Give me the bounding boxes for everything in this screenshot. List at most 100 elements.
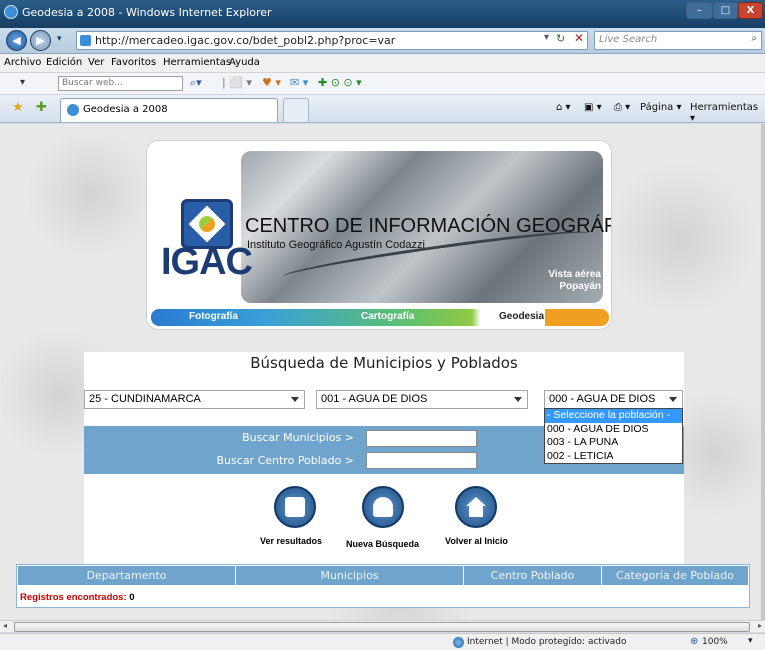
home-icon[interactable]: ⌂ ▾ [556,102,571,113]
photo-caption: Vista aérea Popayán [548,269,601,292]
search-icon[interactable]: ⌕ [751,33,757,44]
tab-fotografia[interactable]: Fotografía [189,311,238,322]
toolbar-mail-icon[interactable]: ✉ ▾ [290,76,308,89]
chevron-down-icon [669,397,677,402]
scroll-right-icon[interactable]: ▸ [758,621,762,630]
tab-geodesia-section[interactable]: Geodesia [499,311,544,322]
toolbar-icons[interactable]: | ⬜ ▾ [222,76,252,89]
toolbar-dropdown-icon[interactable]: ▾ [20,77,25,88]
url-dropdown-icon[interactable]: ▾ [544,32,549,43]
toolbar-addon-icons[interactable]: ✚ ⊙ ⊙ ▾ [318,76,362,89]
search-title: Búsqueda de Municipios y Poblados [250,354,518,372]
zoom-dropdown-icon[interactable]: ▾ [748,636,753,646]
feeds-icon[interactable]: ▣ ▾ [584,102,602,113]
scroll-thumb[interactable] [14,622,750,632]
stop-icon[interactable]: ✕ [574,31,584,45]
buscar-centro-input[interactable] [366,452,477,469]
ver-resultados-button[interactable] [274,486,316,528]
banner-heading: CENTRO DE INFORMACIÓN GEOGRÁFICA [245,215,612,237]
globe-icon [453,637,464,648]
tab-label: Geodesia a 2008 [83,104,168,115]
dropdown-option[interactable]: - Seleccione la población - [545,409,682,423]
dropdown-option[interactable]: 003 - LA PUNA [545,436,682,450]
tab-row: ★ ✚ Geodesia a 2008 ⌂ ▾ ▣ ▾ ⎙ ▾ Página ▾… [0,95,765,124]
toolbar-search-icon[interactable]: ⌕▾ [190,76,202,90]
page-icon [80,35,91,46]
document-icon [285,497,305,517]
table-header: Departamento Municipios Centro Poblado C… [18,566,748,585]
dropdown-option[interactable]: 002 - LETICIA [545,450,682,464]
menu-bar: Archivo Edición Ver Favoritos Herramient… [0,54,765,73]
book-icon [373,497,393,517]
refresh-icon[interactable]: ↻ [556,32,565,45]
menu-herramientas[interactable]: Herramientas [163,57,231,68]
col-categoria: Categoría de Poblado [616,569,734,582]
registros-count: 0 [129,592,135,603]
igac-banner: IGAC CENTRO DE INFORMACIÓN GEOGRÁFICA In… [146,140,612,330]
window-title: Geodesia a 2008 - Windows Internet Explo… [22,6,272,19]
address-bar: ◀ ▶ ▾ http://mercadeo.igac.gov.co/bdet_p… [0,28,765,54]
security-zone: Internet | Modo protegido: activado [467,637,627,647]
municipio-select[interactable]: 001 - AGUA DE DIOS [316,390,528,409]
live-search-input[interactable]: Live Search ⌕ [594,31,762,50]
volver-inicio-label[interactable]: Volver al Inicio [445,536,508,546]
toolbar-search-input[interactable]: Buscar web... [58,76,183,91]
ver-resultados-label[interactable]: Ver resultados [260,536,322,546]
results-table: Departamento Municipios Centro Poblado C… [16,564,750,608]
buscar-municipios-input[interactable] [366,430,477,447]
horizontal-scrollbar[interactable]: ◂ ▸ [0,620,765,632]
tab-cartografia[interactable]: Cartografía [361,311,414,322]
buscar-municipios-label[interactable]: Buscar Municipios > [242,431,354,444]
ie-logo-icon [4,5,18,19]
add-favorites-icon[interactable]: ✚ [36,100,47,115]
window-title-bar: Geodesia a 2008 - Windows Internet Explo… [0,0,765,28]
nueva-busqueda-label[interactable]: Nueva Búsqueda [346,539,419,549]
recent-pages-dropdown-icon[interactable]: ▾ [57,34,62,44]
scroll-left-icon[interactable]: ◂ [3,621,7,630]
col-departamento: Departamento [18,566,236,585]
buscar-centro-label[interactable]: Buscar Centro Poblado > [217,454,354,467]
poblado-dropdown-list: - Seleccione la población - 000 - AGUA D… [544,408,683,464]
igac-logo-text: IGAC [161,241,253,283]
zoom-icon[interactable]: ⊕ [690,636,698,647]
new-tab-button[interactable] [283,98,309,122]
status-bar: Internet | Modo protegido: activado ⊕ 10… [0,633,765,650]
registros-encontrados: Registros encontrados: 0 [20,592,135,603]
zoom-level[interactable]: 100% [702,637,728,647]
dropdown-option[interactable]: 000 - AGUA DE DIOS [545,423,682,437]
page-content: IGAC CENTRO DE INFORMACIÓN GEOGRÁFICA In… [0,124,765,622]
vertical-scrollbar[interactable] [761,124,765,622]
forward-button[interactable]: ▶ [30,30,51,51]
home-icon [466,497,486,517]
menu-favoritos[interactable]: Favoritos [111,57,156,68]
minimize-button[interactable]: – [686,2,713,19]
toolbar-favorite-icon[interactable]: ♥ ▾ [262,76,281,89]
print-icon[interactable]: ⎙ ▾ [614,102,630,113]
departamento-select[interactable]: 25 - CUNDINAMARCA [84,390,305,409]
url-text: http://mercadeo.igac.gov.co/bdet_pobl2.p… [95,34,396,47]
search-toolbar: ▾ Buscar web... ⌕▾ | ⬜ ▾ ♥ ▾ ✉ ▾ ✚ ⊙ ⊙ ▾ [0,73,765,95]
tab-geodesia[interactable]: Geodesia a 2008 [60,98,278,122]
tab-ie-icon [67,104,79,116]
search-panel: Búsqueda de Municipios y Poblados 25 - C… [84,352,684,567]
volver-inicio-button[interactable] [455,486,497,528]
maximize-button[interactable]: □ [713,2,738,19]
col-centro-poblado: Centro Poblado [464,566,602,585]
col-municipios: Municipios [236,566,464,585]
banner-subheading: Instituto Geográfico Agustín Codazzi [247,239,425,251]
back-button[interactable]: ◀ [6,30,27,51]
herramientas-menu[interactable]: Herramientas ▾ [690,102,765,124]
chevron-down-icon [291,397,299,402]
section-tabs: Fotografía Cartografía Geodesia [151,309,609,326]
menu-archivo[interactable]: Archivo [4,57,41,68]
pagina-menu[interactable]: Página ▾ [640,102,682,113]
nueva-busqueda-button[interactable] [362,486,404,528]
url-input[interactable]: http://mercadeo.igac.gov.co/bdet_pobl2.p… [76,31,588,50]
menu-edicion[interactable]: Edición [46,57,82,68]
menu-ayuda[interactable]: Ayuda [229,57,260,68]
menu-ver[interactable]: Ver [88,57,104,68]
poblado-select[interactable]: 000 - AGUA DE DIOS [544,390,683,409]
chevron-down-icon [514,397,522,402]
favorites-star-icon[interactable]: ★ [12,100,24,115]
close-button[interactable]: X [738,2,763,19]
